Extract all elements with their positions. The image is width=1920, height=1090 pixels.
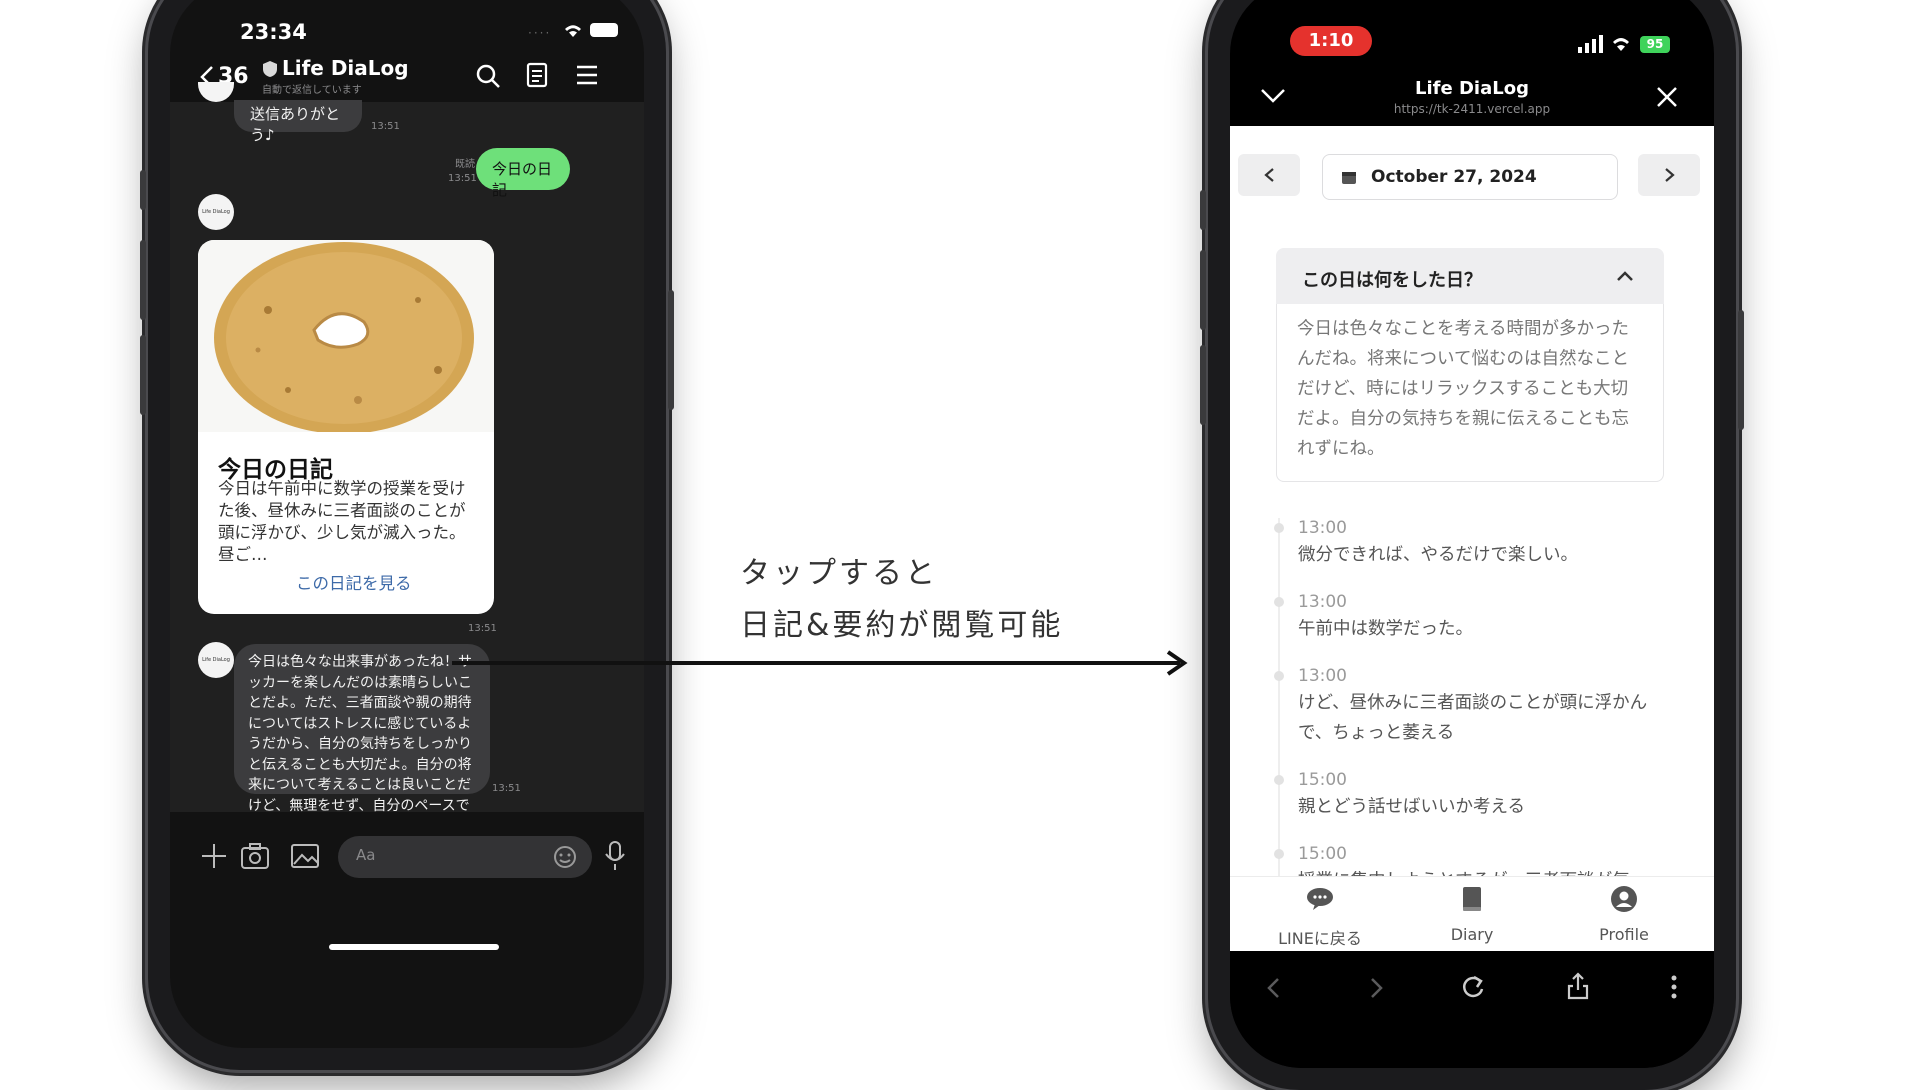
timeline-dot (1274, 775, 1284, 785)
bottom-tab-bar: LINEに戻る Diary Profile (1230, 876, 1714, 952)
timeline-text: 午前中は数学だった。 (1298, 619, 1473, 639)
timeline-time: 15:00 (1298, 844, 1347, 864)
search-icon[interactable] (475, 63, 501, 89)
timeline-time: 13:00 (1298, 518, 1347, 538)
tab-label-line: LINEに戻る (1278, 929, 1362, 948)
summary-accordion-header[interactable]: この日は何をした日？ (1276, 248, 1664, 304)
plus-icon[interactable] (200, 842, 228, 870)
close-icon[interactable] (1656, 86, 1678, 108)
volume-up-button-2 (1200, 250, 1206, 330)
browser-back-icon[interactable] (1266, 977, 1280, 999)
image-icon[interactable] (290, 842, 320, 870)
chevron-right-icon (1665, 168, 1675, 182)
web-title: Life DiaLog (1415, 78, 1529, 99)
mute-switch-2 (1200, 190, 1206, 230)
summary-title: この日は何をした日？ (1302, 270, 1482, 291)
tab-profile[interactable]: Profile (1574, 883, 1674, 949)
tab-diary[interactable]: Diary (1422, 883, 1522, 949)
arrow-graphic (452, 650, 1188, 676)
tab-line[interactable]: LINEに戻る (1270, 883, 1370, 949)
card-time: 13:51 (468, 623, 497, 634)
date-label: October 27, 2024 (1371, 167, 1537, 187)
tab-label-diary: Diary (1450, 925, 1494, 944)
browser-forward-icon[interactable] (1370, 977, 1384, 999)
calendar-icon (1342, 172, 1356, 184)
home-indicator (329, 944, 499, 950)
chat-subtitle: 自動で返信しています (262, 85, 362, 96)
sent-time: 13:51 (448, 173, 477, 184)
message-input[interactable]: Aa (338, 836, 592, 878)
power-button (668, 290, 674, 410)
timeline-time: 13:00 (1298, 666, 1347, 686)
timeline-dot (1274, 849, 1284, 859)
book-icon (1463, 887, 1481, 911)
web-page: October 27, 2024 この日は何をした日？ 今日は色々なことを考える… (1230, 126, 1714, 952)
right-phone-frame: 1:10 95 Life DiaLog https://tk-2411.verc… (1200, 0, 1744, 1090)
read-indicator: 既読 (455, 159, 475, 170)
timeline-text: 微分できれば、やるだけで楽しい。 (1298, 545, 1578, 565)
timeline-dot (1274, 671, 1284, 681)
bagel-image (198, 240, 494, 434)
browser-toolbar (1230, 951, 1714, 1068)
timeline-dot (1274, 597, 1284, 607)
timeline-time: 13:00 (1298, 592, 1347, 612)
cellular-icon (1578, 35, 1603, 53)
volume-down-button-2 (1200, 345, 1206, 425)
caption-line-2: 日記&要約が閲覧可能 (740, 608, 1064, 643)
chevron-left-icon (1264, 168, 1274, 182)
wifi-icon (565, 25, 581, 37)
left-phone-frame: 23:34 ···· 36 Life DiaLog 自動で返信しています 送信あ… (140, 0, 674, 1070)
menu-icon[interactable] (575, 64, 599, 86)
chat-bubble-icon (1307, 888, 1333, 910)
line-chat-screen: 23:34 ···· 36 Life DiaLog 自動で返信しています 送信あ… (170, 0, 644, 1048)
timeline-text: けど、昼休みに三者面談のことが頭に浮かんで、ちょっと萎える (1298, 693, 1648, 743)
camera-icon[interactable] (240, 842, 270, 870)
share-icon[interactable] (1566, 972, 1590, 1000)
timeline-time: 15:00 (1298, 770, 1347, 790)
top-bubble-time: 13:51 (371, 121, 400, 132)
bot-avatar[interactable]: Life DiaLog (198, 194, 234, 230)
chat-title[interactable]: Life DiaLog (282, 56, 409, 80)
more-options-icon[interactable] (1670, 974, 1678, 1000)
card-body: 今日は午前中に数学の授業を受けた後、昼休みに三者面談のことが頭に浮かび、少し気が… (218, 479, 466, 564)
bot-avatar-2[interactable]: Life DiaLog (198, 642, 234, 678)
sent-bubble[interactable]: 今日の日記 (476, 148, 570, 199)
status-time: 23:34 (240, 20, 307, 44)
date-picker[interactable]: October 27, 2024 (1322, 154, 1618, 200)
shield-icon (263, 61, 277, 77)
person-icon (1611, 886, 1637, 912)
microphone-icon[interactable] (604, 840, 626, 872)
power-button-2 (1738, 310, 1744, 430)
next-day-button[interactable] (1638, 154, 1700, 196)
timeline-text: 親とどう話せばいいか考える (1298, 797, 1525, 817)
diary-card[interactable]: 今日の日記 今日は午前中に数学の授業を受けた後、昼休みに三者面談のことが頭に浮か… (198, 240, 494, 614)
battery-icon (590, 23, 618, 37)
battery-indicator: 95 (1640, 36, 1670, 53)
tab-label-profile: Profile (1599, 925, 1649, 944)
web-app-screen: 1:10 95 Life DiaLog https://tk-2411.verc… (1230, 0, 1714, 1068)
message-input-placeholder: Aa (356, 846, 376, 864)
reply-time: 13:51 (492, 783, 521, 794)
caption-line-1: タップすると (740, 556, 938, 591)
wifi-icon-2 (1613, 38, 1629, 51)
emoji-icon[interactable] (552, 844, 578, 870)
top-chat-bubble: 送信ありがとう♪ (234, 100, 362, 144)
reload-icon[interactable] (1460, 974, 1486, 1000)
summary-accordion-body: 今日は色々なことを考える時間が多かったんだね。将来について悩むのは自然なことだけ… (1276, 304, 1664, 482)
chevron-up-icon[interactable] (1616, 270, 1634, 282)
notes-icon[interactable] (526, 62, 548, 88)
timeline-dot (1274, 523, 1284, 533)
prev-day-button[interactable] (1238, 154, 1300, 196)
signal-icon: ···· (528, 26, 552, 40)
volume-down-button (140, 335, 146, 415)
web-url: https://tk-2411.vercel.app (1393, 102, 1551, 116)
bagel-illustration (214, 242, 474, 434)
volume-up-button (140, 240, 146, 320)
mute-switch (140, 170, 146, 210)
status-time-pill: 1:10 (1290, 26, 1372, 56)
view-diary-link[interactable]: この日記を見る (296, 570, 412, 594)
